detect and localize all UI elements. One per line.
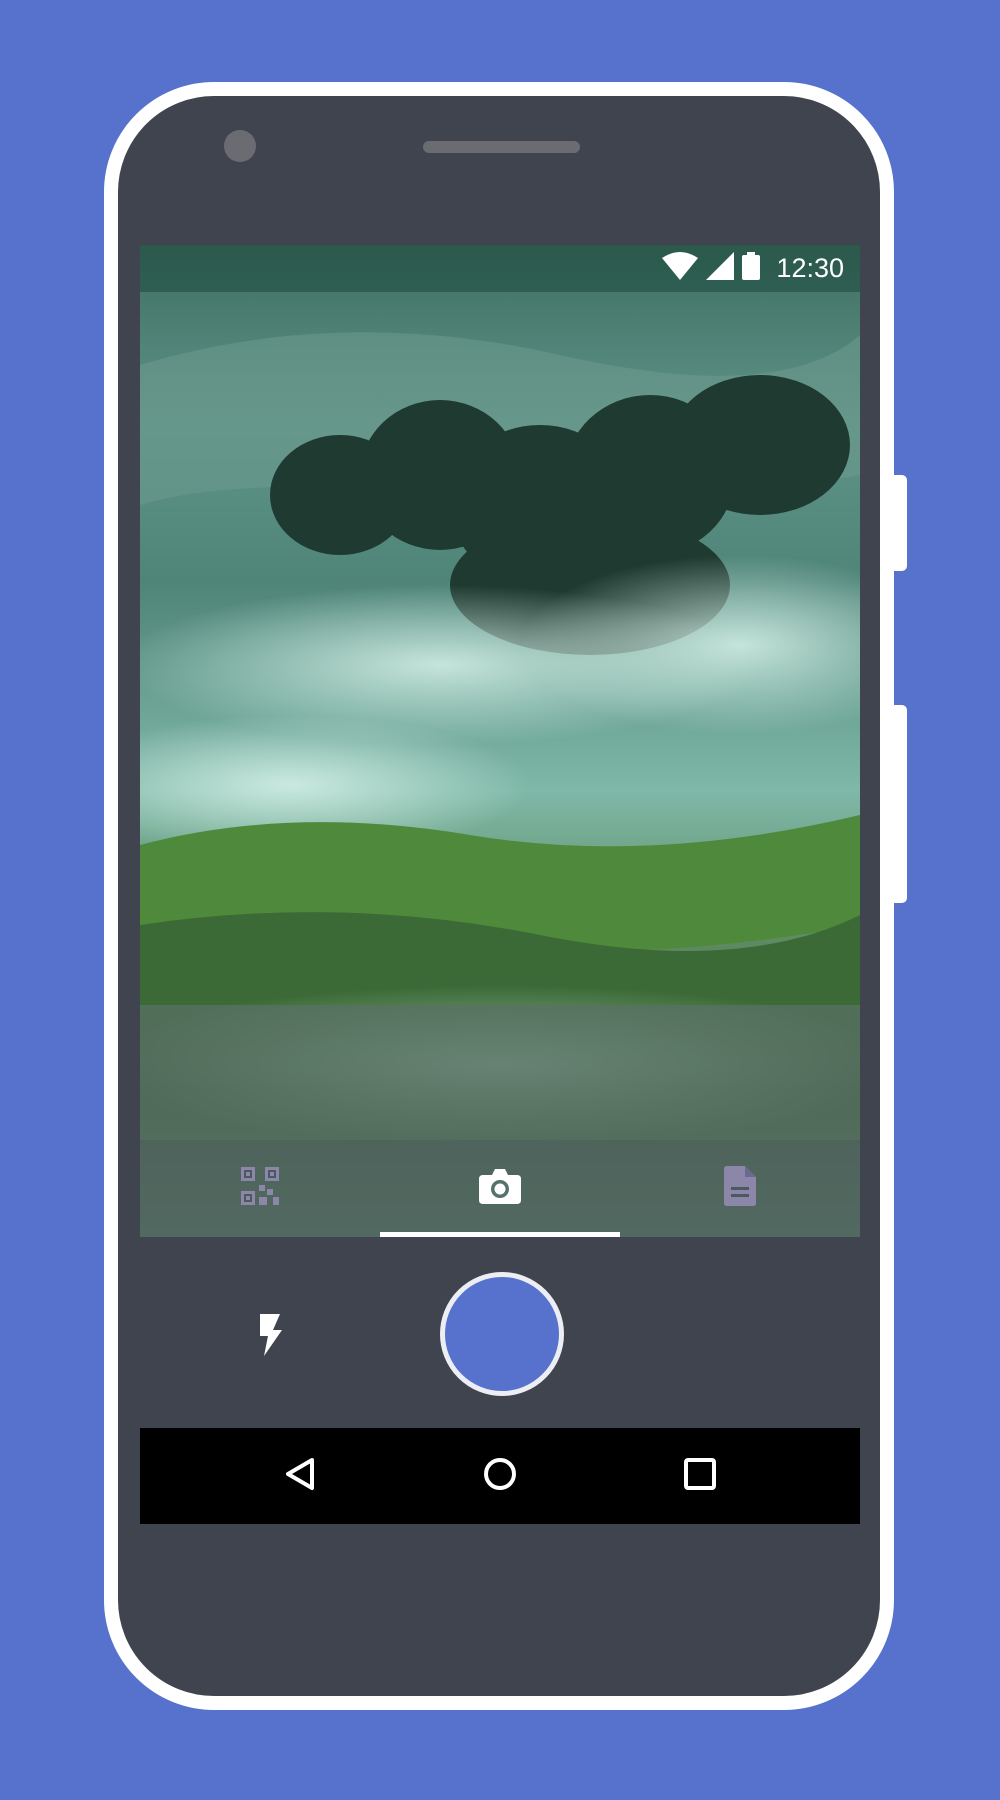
flash-icon [258, 1313, 282, 1361]
battery-icon [742, 252, 761, 285]
side-button-upper [893, 475, 907, 571]
tab-document[interactable] [620, 1140, 860, 1237]
recent-apps-icon [683, 1457, 717, 1496]
front-camera [224, 130, 256, 162]
back-button[interactable] [280, 1456, 320, 1496]
speaker-grille [423, 141, 580, 153]
home-button[interactable] [480, 1456, 520, 1496]
back-icon [284, 1457, 316, 1496]
mode-tabs [140, 1140, 860, 1237]
document-icon [724, 1166, 756, 1211]
viewfinder-preview [140, 245, 860, 1237]
camera-controls [140, 1237, 860, 1428]
home-icon [483, 1457, 517, 1496]
camera-icon [479, 1168, 521, 1209]
tab-camera[interactable] [380, 1140, 620, 1237]
cellular-signal-icon [706, 252, 735, 285]
recent-apps-button[interactable] [680, 1456, 720, 1496]
shutter-button[interactable] [440, 1272, 564, 1396]
status-time: 12:30 [776, 253, 844, 283]
camera-screen: 12:30 [140, 245, 860, 1237]
flash-button[interactable] [240, 1307, 300, 1367]
status-bar: 12:30 [140, 245, 860, 292]
qr-code-icon [241, 1167, 279, 1210]
tab-qr-code[interactable] [140, 1140, 380, 1237]
wifi-icon [662, 252, 699, 285]
side-button-lower [893, 705, 907, 903]
navigation-bar [140, 1428, 860, 1524]
